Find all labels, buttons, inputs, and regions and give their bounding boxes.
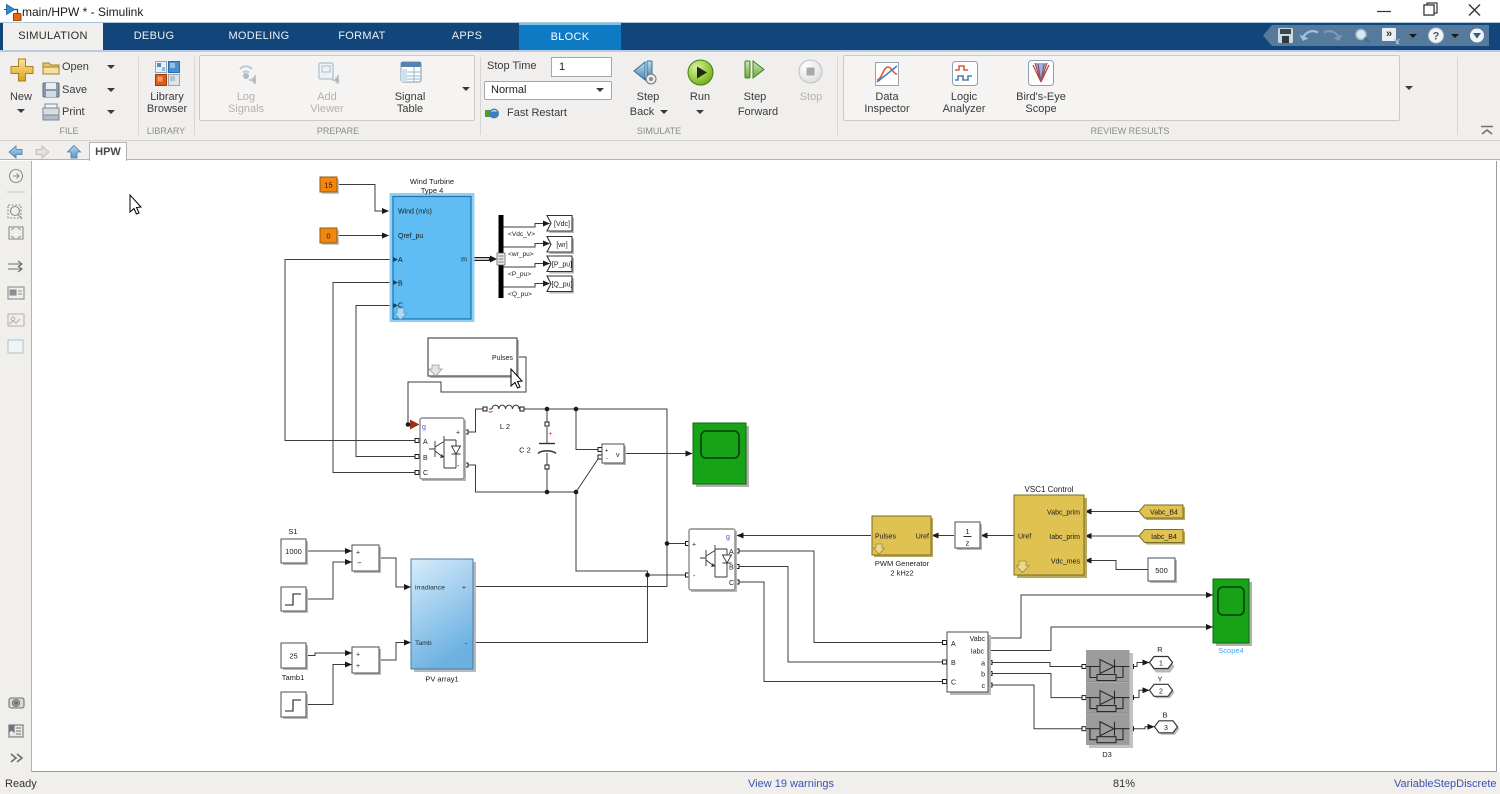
svg-text:Pulses: Pulses xyxy=(492,355,514,362)
svg-text:500: 500 xyxy=(1155,566,1168,575)
svg-text:1: 1 xyxy=(1159,661,1163,668)
svg-text:1000: 1000 xyxy=(285,547,302,556)
svg-text:Uref: Uref xyxy=(916,534,929,541)
svg-text:S1: S1 xyxy=(288,527,297,536)
svg-text:Pulses: Pulses xyxy=(875,534,897,541)
svg-text:0: 0 xyxy=(326,232,330,241)
svg-text:D3: D3 xyxy=(1102,750,1112,759)
svg-text:g: g xyxy=(422,424,426,431)
svg-text:a: a xyxy=(981,661,985,668)
svg-text:Type 4: Type 4 xyxy=(421,186,444,195)
svg-text:Tamb1: Tamb1 xyxy=(282,673,305,682)
svg-text:B: B xyxy=(729,565,734,572)
svg-text:VSC1 Control: VSC1 Control xyxy=(1025,485,1074,494)
svg-text:Scope4: Scope4 xyxy=(1218,646,1243,655)
svg-text:PWM Generator: PWM Generator xyxy=(875,559,930,568)
svg-text:3: 3 xyxy=(1164,725,1168,732)
svg-text:-: - xyxy=(606,457,608,463)
svg-text:R: R xyxy=(1157,645,1163,654)
svg-text:Uref: Uref xyxy=(1018,534,1031,541)
svg-text:?: ? xyxy=(1433,31,1440,43)
svg-text:B: B xyxy=(1162,711,1167,720)
svg-text:B: B xyxy=(951,660,956,667)
svg-text:[Q_pu]: [Q_pu] xyxy=(551,282,572,289)
svg-text:+: + xyxy=(456,430,460,437)
svg-text:+: + xyxy=(356,652,360,659)
svg-text:15: 15 xyxy=(324,181,332,190)
svg-text:Vabc_prim: Vabc_prim xyxy=(1047,510,1080,517)
svg-text:A: A xyxy=(398,257,403,264)
svg-text:Tamb: Tamb xyxy=(415,640,432,647)
svg-text:2 kHz2: 2 kHz2 xyxy=(890,569,913,578)
svg-text:Iabc_B4: Iabc_B4 xyxy=(1151,534,1177,541)
svg-text:m: m xyxy=(461,257,467,264)
svg-text:B: B xyxy=(423,455,428,462)
svg-text:C 2: C 2 xyxy=(519,446,531,455)
svg-text:C: C xyxy=(951,680,956,687)
svg-text:C: C xyxy=(729,580,734,587)
svg-text:A: A xyxy=(951,641,956,648)
svg-text:PV array1: PV array1 xyxy=(425,675,458,684)
svg-text:+: + xyxy=(356,663,360,670)
svg-text:+: + xyxy=(548,431,552,438)
svg-text:2: 2 xyxy=(1159,688,1163,695)
svg-text:25: 25 xyxy=(289,652,297,661)
svg-text:Vdc_mes: Vdc_mes xyxy=(1051,559,1081,566)
svg-text:[P_pu]: [P_pu] xyxy=(552,262,572,269)
svg-text:[Vdc]: [Vdc] xyxy=(554,221,570,228)
svg-text:v: v xyxy=(616,452,620,459)
svg-text:[wr]: [wr] xyxy=(556,242,567,249)
svg-text:−: − xyxy=(357,559,362,568)
svg-text:<Q_pu>: <Q_pu> xyxy=(508,291,532,298)
svg-text:Wind (m/s): Wind (m/s) xyxy=(398,209,432,216)
svg-text:Y: Y xyxy=(1157,675,1162,684)
svg-text:+: + xyxy=(605,449,609,455)
svg-text:<wr_pu>: <wr_pu> xyxy=(508,251,534,258)
svg-text:Qref_pu: Qref_pu xyxy=(398,233,423,240)
svg-text:-: - xyxy=(465,640,467,647)
svg-text:Vabc: Vabc xyxy=(970,636,986,643)
svg-text:c: c xyxy=(982,683,986,690)
svg-text:+: + xyxy=(356,550,360,557)
svg-text:+: + xyxy=(462,585,466,592)
svg-text:Iabc_prim: Iabc_prim xyxy=(1049,534,1080,541)
svg-text:»: » xyxy=(1386,28,1392,40)
svg-text:1: 1 xyxy=(965,527,969,536)
svg-text:b: b xyxy=(981,672,985,679)
svg-text:Iabc: Iabc xyxy=(971,649,985,656)
svg-text:+: + xyxy=(692,542,696,549)
svg-text:L 2: L 2 xyxy=(500,422,510,431)
svg-text:z: z xyxy=(966,539,970,548)
svg-text:<P_pu>: <P_pu> xyxy=(508,271,531,278)
svg-text:<Vdc_V>: <Vdc_V> xyxy=(508,231,535,238)
svg-text:C: C xyxy=(423,470,428,477)
svg-text:B: B xyxy=(398,281,403,288)
svg-text:Vabc_B4: Vabc_B4 xyxy=(1150,510,1178,517)
svg-text:g: g xyxy=(726,534,730,541)
svg-text:A: A xyxy=(423,439,428,446)
svg-text:irradiance: irradiance xyxy=(415,585,445,592)
svg-text:Wind Turbine: Wind Turbine xyxy=(410,177,454,186)
